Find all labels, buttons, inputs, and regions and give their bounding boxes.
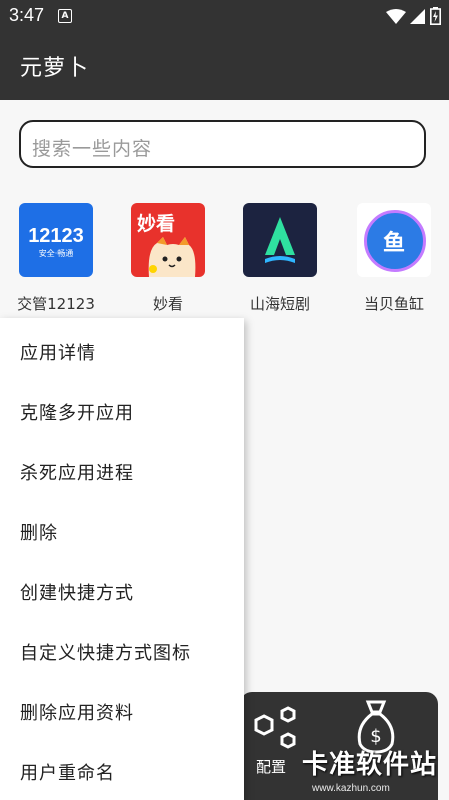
shanhai-icon: [243, 203, 317, 277]
status-time: 3:47: [9, 5, 45, 25]
app-item-jiaoguan[interactable]: 12123 安全·畅通 交管12123: [16, 203, 96, 314]
watermark: 卡准软件站: [302, 750, 438, 780]
app-item-shanhai[interactable]: 山海短剧: [240, 203, 320, 314]
menu-item-custom-shortcut-icon[interactable]: 自定义快捷方式图标: [20, 639, 191, 665]
wifi-icon: [386, 9, 406, 24]
app-label: 妙看: [152, 295, 183, 313]
menu-item-create-shortcut[interactable]: 创建快捷方式: [20, 579, 134, 605]
notification-a-icon: A: [58, 9, 72, 23]
app-bar: 元萝卜: [0, 32, 449, 100]
app-title: 元萝卜: [20, 56, 90, 81]
search-placeholder: 搜索一些内容: [32, 138, 153, 160]
menu-item-kill-process[interactable]: 杀死应用进程: [20, 459, 134, 485]
context-menu: 应用详情 克隆多开应用 杀死应用进程 删除 创建快捷方式 自定义快捷方式图标 删…: [0, 318, 244, 800]
search-input[interactable]: 搜索一些内容: [19, 120, 426, 168]
dangbei-icon: 鱼: [357, 203, 431, 277]
app-item-dangbei[interactable]: 鱼 当贝鱼缸: [354, 203, 434, 314]
menu-item-delete[interactable]: 删除: [20, 519, 58, 545]
watermark-url: www.kazhun.com: [312, 783, 390, 794]
battery-icon: [430, 7, 441, 25]
menu-item-clone-app[interactable]: 克隆多开应用: [20, 399, 134, 425]
app-item-miaokan[interactable]: 妙看 妙看: [128, 203, 208, 314]
signal-icon: [410, 9, 425, 24]
menu-item-delete-app-data[interactable]: 删除应用资料: [20, 699, 134, 725]
config-label: 配置: [256, 758, 287, 776]
app-label: 山海短剧: [249, 295, 310, 313]
menu-item-app-details[interactable]: 应用详情: [20, 339, 96, 365]
app-label: 当贝鱼缸: [363, 295, 424, 313]
jiaoguan-icon: 12123 安全·畅通: [19, 203, 93, 277]
menu-item-rename-user[interactable]: 用户重命名: [20, 759, 115, 785]
config-icon[interactable]: [250, 702, 300, 754]
miaokan-icon: 妙看: [131, 203, 205, 277]
app-label: 交管12123: [17, 295, 95, 313]
status-bar: 3:47 A: [0, 0, 449, 32]
